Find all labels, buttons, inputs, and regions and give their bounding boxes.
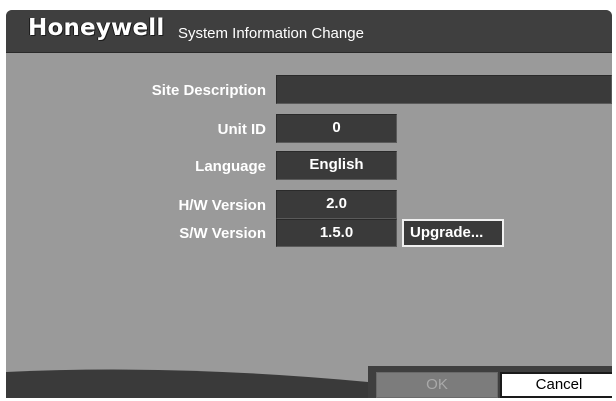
cancel-button[interactable]: Cancel [500, 372, 612, 398]
dialog-title: System Information Change [178, 25, 364, 42]
sw-version-label: S/W Version [179, 225, 266, 242]
hw-version-value: 2.0 [276, 190, 397, 219]
unit-id-label: Unit ID [217, 121, 266, 138]
site-description-field[interactable] [276, 75, 612, 104]
language-label: Language [195, 158, 266, 175]
sw-version-value: 1.5.0 [276, 219, 397, 247]
unit-id-field[interactable]: 0 [276, 114, 397, 143]
screen: Honeywell System Information Change Site… [0, 0, 616, 401]
ok-button[interactable]: OK [376, 372, 498, 398]
system-information-dialog: Honeywell System Information Change Site… [6, 10, 612, 398]
hw-version-label: H/W Version [178, 197, 266, 214]
brand-logo: Honeywell [28, 15, 165, 41]
language-select[interactable]: English [276, 151, 397, 180]
site-description-label: Site Description [151, 82, 266, 99]
dialog-titlebar: Honeywell System Information Change [6, 10, 612, 53]
upgrade-button[interactable]: Upgrade... [402, 219, 504, 247]
